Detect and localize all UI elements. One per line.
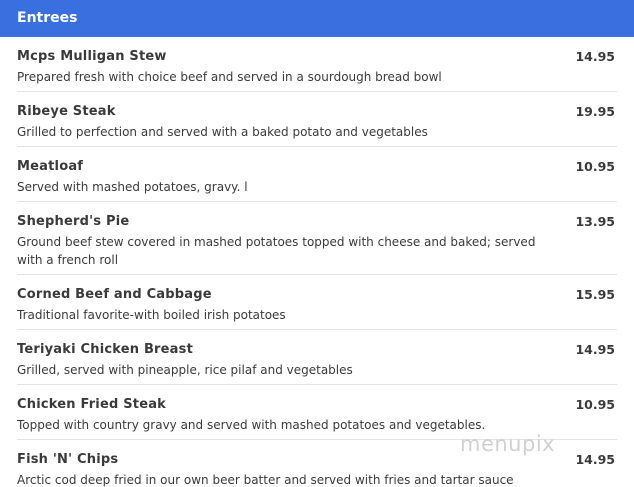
menupix-watermark: menupix bbox=[460, 432, 556, 456]
menu-item-description: Prepared fresh with choice beef and serv… bbox=[17, 70, 442, 84]
menu-panel: Entrees Mcps Mulligan Stew Prepared fres… bbox=[0, 0, 634, 487]
menu-item[interactable]: Corned Beef and Cabbage Traditional favo… bbox=[17, 275, 617, 330]
menu-item-name: Teriyaki Chicken Breast bbox=[17, 342, 194, 357]
menu-item-price: 10.95 bbox=[575, 159, 615, 174]
menu-item-description: Arctic cod deep fried in our own beer ba… bbox=[17, 473, 514, 487]
menu-item-price: 15.95 bbox=[575, 287, 615, 302]
menu-item[interactable]: Ribeye Steak Grilled to perfection and s… bbox=[17, 92, 617, 147]
menu-items-list: Mcps Mulligan Stew Prepared fresh with c… bbox=[0, 37, 634, 487]
menu-item[interactable]: Meatloaf Served with mashed potatoes, gr… bbox=[17, 147, 617, 202]
menu-item-name: Corned Beef and Cabbage bbox=[17, 287, 212, 302]
menu-item-description: Grilled to perfection and served with a … bbox=[17, 125, 428, 139]
menu-item-description: Served with mashed potatoes, gravy. l bbox=[17, 180, 248, 194]
menu-item-name: Ribeye Steak bbox=[17, 104, 116, 119]
menu-item[interactable]: Shepherd's Pie Ground beef stew covered … bbox=[17, 202, 617, 275]
menu-item-price: 13.95 bbox=[575, 214, 615, 229]
menu-item-description: Ground beef stew covered in mashed potat… bbox=[17, 235, 536, 267]
section-header: Entrees bbox=[0, 0, 634, 37]
menu-item-description: Grilled, served with pineapple, rice pil… bbox=[17, 363, 353, 377]
menu-item-name: Mcps Mulligan Stew bbox=[17, 49, 167, 64]
menu-item[interactable]: Teriyaki Chicken Breast Grilled, served … bbox=[17, 330, 617, 385]
section-title: Entrees bbox=[17, 10, 78, 26]
menu-item-price: 14.95 bbox=[575, 49, 615, 64]
menu-item-description: Traditional favorite-with boiled irish p… bbox=[17, 308, 286, 322]
menu-item-price: 14.95 bbox=[575, 342, 615, 357]
menu-item-name: Chicken Fried Steak bbox=[17, 397, 167, 412]
menu-item-name: Shepherd's Pie bbox=[17, 214, 130, 229]
menu-item[interactable]: Mcps Mulligan Stew Prepared fresh with c… bbox=[17, 37, 617, 92]
menu-item-name: Meatloaf bbox=[17, 159, 84, 174]
menu-item-price: 14.95 bbox=[575, 452, 615, 467]
menu-item-price: 19.95 bbox=[575, 104, 615, 119]
menu-item-price: 10.95 bbox=[575, 397, 615, 412]
